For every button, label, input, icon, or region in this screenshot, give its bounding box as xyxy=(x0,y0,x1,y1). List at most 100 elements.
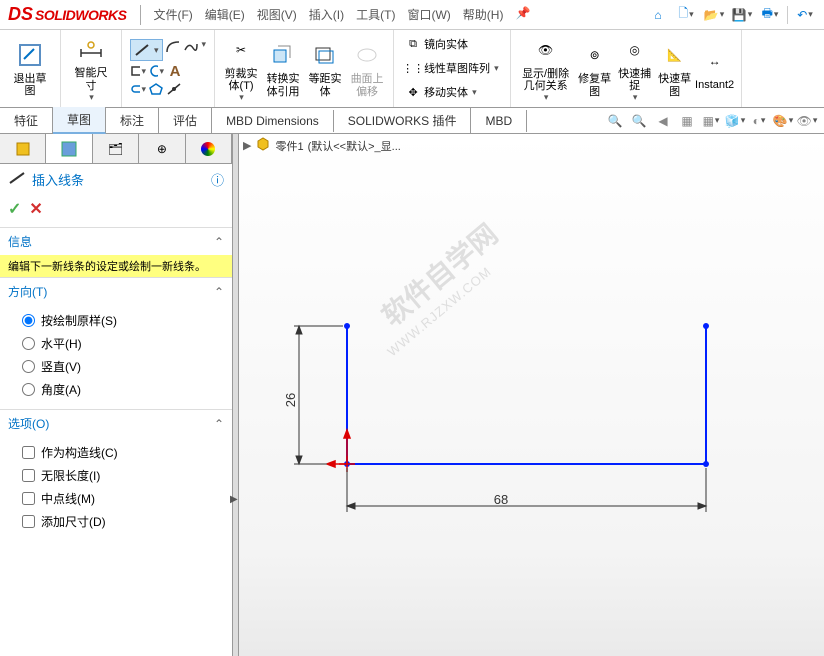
print-icon[interactable]: 🖶▾ xyxy=(757,4,783,26)
app-brand: SOLIDWORKS xyxy=(35,7,126,23)
surface-offset-button[interactable]: 曲面上 偏移 xyxy=(347,33,387,105)
new-icon[interactable]: 🗋▾ xyxy=(673,4,699,26)
mirror-button[interactable]: ⧉镜向实体 xyxy=(402,33,502,55)
view-toolbar: 🔍 🔍 ◀ ▦ ▦▾ 🧊▾ ◐▾ 🎨▾ 👁▾ xyxy=(604,110,824,132)
circle-button[interactable]: ▾ xyxy=(148,63,164,79)
home-icon[interactable]: ⌂ xyxy=(645,4,671,26)
help-icon[interactable]: ⓘ xyxy=(211,170,224,189)
opt-angle[interactable]: 角度(A) xyxy=(22,378,224,401)
configuration-tab[interactable]: 🗂 xyxy=(93,134,139,163)
pm-info-text: 编辑下一新线条的设定或绘制一新线条。 xyxy=(0,255,232,277)
opt-vertical[interactable]: 竖直(V) xyxy=(22,355,224,378)
graphics-canvas[interactable]: ▶ 零件1 (默认<<默认>_显... 软件自学网 WWW.RJZXW.COM xyxy=(239,134,824,656)
cancel-button[interactable]: ✕ xyxy=(29,199,42,219)
dimension-vertical[interactable]: 26 xyxy=(283,393,298,407)
ribbon-group-draw: ▾ ▾ ▾ ▾ A ▾ xyxy=(122,30,215,107)
side-tabs: 🗂 ⊕ xyxy=(0,134,232,164)
snap-icon: ◎ xyxy=(619,34,651,66)
pm-direction-header[interactable]: 方向(T) ⌃ xyxy=(0,278,232,305)
convert-button[interactable]: 转换实 体引用 xyxy=(263,33,303,105)
tab-mbd[interactable]: MBD xyxy=(471,110,527,132)
save-icon[interactable]: 💾▾ xyxy=(729,4,755,26)
ribbon-group-dimension: 智能尺 寸 ▾ xyxy=(61,30,122,107)
ok-button[interactable]: ✓ xyxy=(8,199,21,219)
pattern-icon: ⋮⋮ xyxy=(405,60,421,76)
sketch-svg: 26 68 xyxy=(239,134,824,654)
section-view-icon[interactable]: ▦ xyxy=(676,110,698,132)
trim-button[interactable]: ✂ 剪裁实 体(T)▾ xyxy=(221,33,261,105)
tab-mbd-dimensions[interactable]: MBD Dimensions xyxy=(212,110,334,132)
opt-infinite[interactable]: 无限长度(I) xyxy=(22,464,224,487)
pm-info-header[interactable]: 信息 ⌃ xyxy=(0,228,232,255)
chevron-up-icon: ⌃ xyxy=(214,417,224,431)
appearance-tab[interactable] xyxy=(186,134,232,163)
show-hide-relations-button[interactable]: 👁 显示/删除 几何关系▾ xyxy=(517,33,575,105)
quick-access-toolbar: ⌂ 🗋▾ 📂▾ 💾▾ 🖶▾ ↶▾ xyxy=(645,4,824,26)
menu-window[interactable]: 窗口(W) xyxy=(401,2,456,27)
zoom-area-icon[interactable]: 🔍 xyxy=(628,110,650,132)
display-style-icon[interactable]: ▦▾ xyxy=(700,110,722,132)
work-area: 🗂 ⊕ 插入线条 ⓘ ✓ ✕ 信息 ⌃ 编辑下一新线条的设定或绘制一新线条。 方… xyxy=(0,134,824,656)
pm-options-header[interactable]: 选项(O) ⌃ xyxy=(0,410,232,437)
splitter-handle-icon[interactable]: ▶ xyxy=(230,494,238,505)
pm-actions: ✓ ✕ xyxy=(0,195,232,227)
prev-view-icon[interactable]: ◀ xyxy=(652,110,674,132)
menu-edit[interactable]: 编辑(E) xyxy=(199,2,251,27)
opt-construction[interactable]: 作为构造线(C) xyxy=(22,441,224,464)
spline-button[interactable] xyxy=(183,39,199,55)
point-button[interactable] xyxy=(166,81,182,97)
hide-show-icon[interactable]: 👁▾ xyxy=(796,110,818,132)
move-button[interactable]: ✥移动实体▾ xyxy=(402,81,502,103)
pm-header: 插入线条 ⓘ xyxy=(0,164,232,195)
app-logo: DS SOLIDWORKS xyxy=(0,4,134,25)
corner-rect-button[interactable] xyxy=(165,39,181,55)
dimension-horizontal[interactable]: 68 xyxy=(494,492,508,507)
repair-sketch-button[interactable]: ⊚ 修复草 图 xyxy=(575,33,615,105)
pm-title: 插入线条 xyxy=(32,170,84,189)
line-feature-icon xyxy=(8,171,26,188)
tab-annotate[interactable]: 标注 xyxy=(106,108,159,133)
opt-midpoint[interactable]: 中点线(M) xyxy=(22,487,224,510)
pm-section-info: 信息 ⌃ 编辑下一新线条的设定或绘制一新线条。 xyxy=(0,227,232,277)
linear-pattern-button[interactable]: ⋮⋮线性草图阵列▾ xyxy=(402,57,502,79)
opt-add-dim[interactable]: 添加尺寸(D) xyxy=(22,510,224,533)
line-tool-button[interactable]: ▾ xyxy=(130,39,163,61)
smart-dimension-button[interactable]: 智能尺 寸 ▾ xyxy=(67,32,115,104)
dimxpert-tab[interactable]: ⊕ xyxy=(139,134,185,163)
menu-pin-icon[interactable]: 📌 xyxy=(509,2,536,27)
dropdown-icon[interactable]: ▾ xyxy=(89,92,94,103)
pm-section-options: 选项(O) ⌃ 作为构造线(C) 无限长度(I) 中点线(M) 添加尺寸(D) xyxy=(0,409,232,541)
view-orientation-icon[interactable]: 🧊▾ xyxy=(724,110,746,132)
scene-icon[interactable]: ◐▾ xyxy=(748,110,770,132)
opt-as-sketched[interactable]: 按绘制原样(S) xyxy=(22,309,224,332)
tab-sketch[interactable]: 草图 xyxy=(53,107,106,134)
pm-section-direction: 方向(T) ⌃ 按绘制原样(S) 水平(H) 竖直(V) 角度(A) xyxy=(0,277,232,409)
slot-button[interactable]: ▾ xyxy=(130,81,146,97)
open-icon[interactable]: 📂▾ xyxy=(701,4,727,26)
text-button[interactable]: A xyxy=(166,63,184,79)
feature-tree-tab[interactable] xyxy=(0,134,46,163)
instant2d-button[interactable]: ↔ Instant2 xyxy=(695,33,735,105)
property-manager-panel: 🗂 ⊕ 插入线条 ⓘ ✓ ✕ 信息 ⌃ 编辑下一新线条的设定或绘制一新线条。 方… xyxy=(0,134,233,656)
undo-icon[interactable]: ↶▾ xyxy=(792,4,818,26)
tab-addins[interactable]: SOLIDWORKS 插件 xyxy=(334,108,472,133)
exit-sketch-button[interactable]: 退出草 图 xyxy=(6,32,54,104)
menu-insert[interactable]: 插入(I) xyxy=(303,2,350,27)
menu-help[interactable]: 帮助(H) xyxy=(457,2,510,27)
offset-button[interactable]: 等距实 体 xyxy=(305,33,345,105)
property-manager-tab[interactable] xyxy=(46,134,92,163)
quick-snap-button[interactable]: ◎ 快速捕 捉▾ xyxy=(615,33,655,105)
rect-button[interactable]: ▾ xyxy=(130,63,146,79)
appearance-icon[interactable]: 🎨▾ xyxy=(772,110,794,132)
menu-tools[interactable]: 工具(T) xyxy=(350,2,401,27)
opt-horizontal[interactable]: 水平(H) xyxy=(22,332,224,355)
polygon-button[interactable] xyxy=(148,81,164,97)
separator xyxy=(787,6,788,24)
tab-evaluate[interactable]: 评估 xyxy=(159,108,212,133)
menu-view[interactable]: 视图(V) xyxy=(251,2,303,27)
dropdown-icon[interactable]: ▾ xyxy=(202,39,207,61)
menu-file[interactable]: 文件(F) xyxy=(147,2,198,27)
tab-features[interactable]: 特征 xyxy=(0,108,53,133)
zoom-fit-icon[interactable]: 🔍 xyxy=(604,110,626,132)
rapid-sketch-button[interactable]: 📐 快速草 图 xyxy=(655,33,695,105)
